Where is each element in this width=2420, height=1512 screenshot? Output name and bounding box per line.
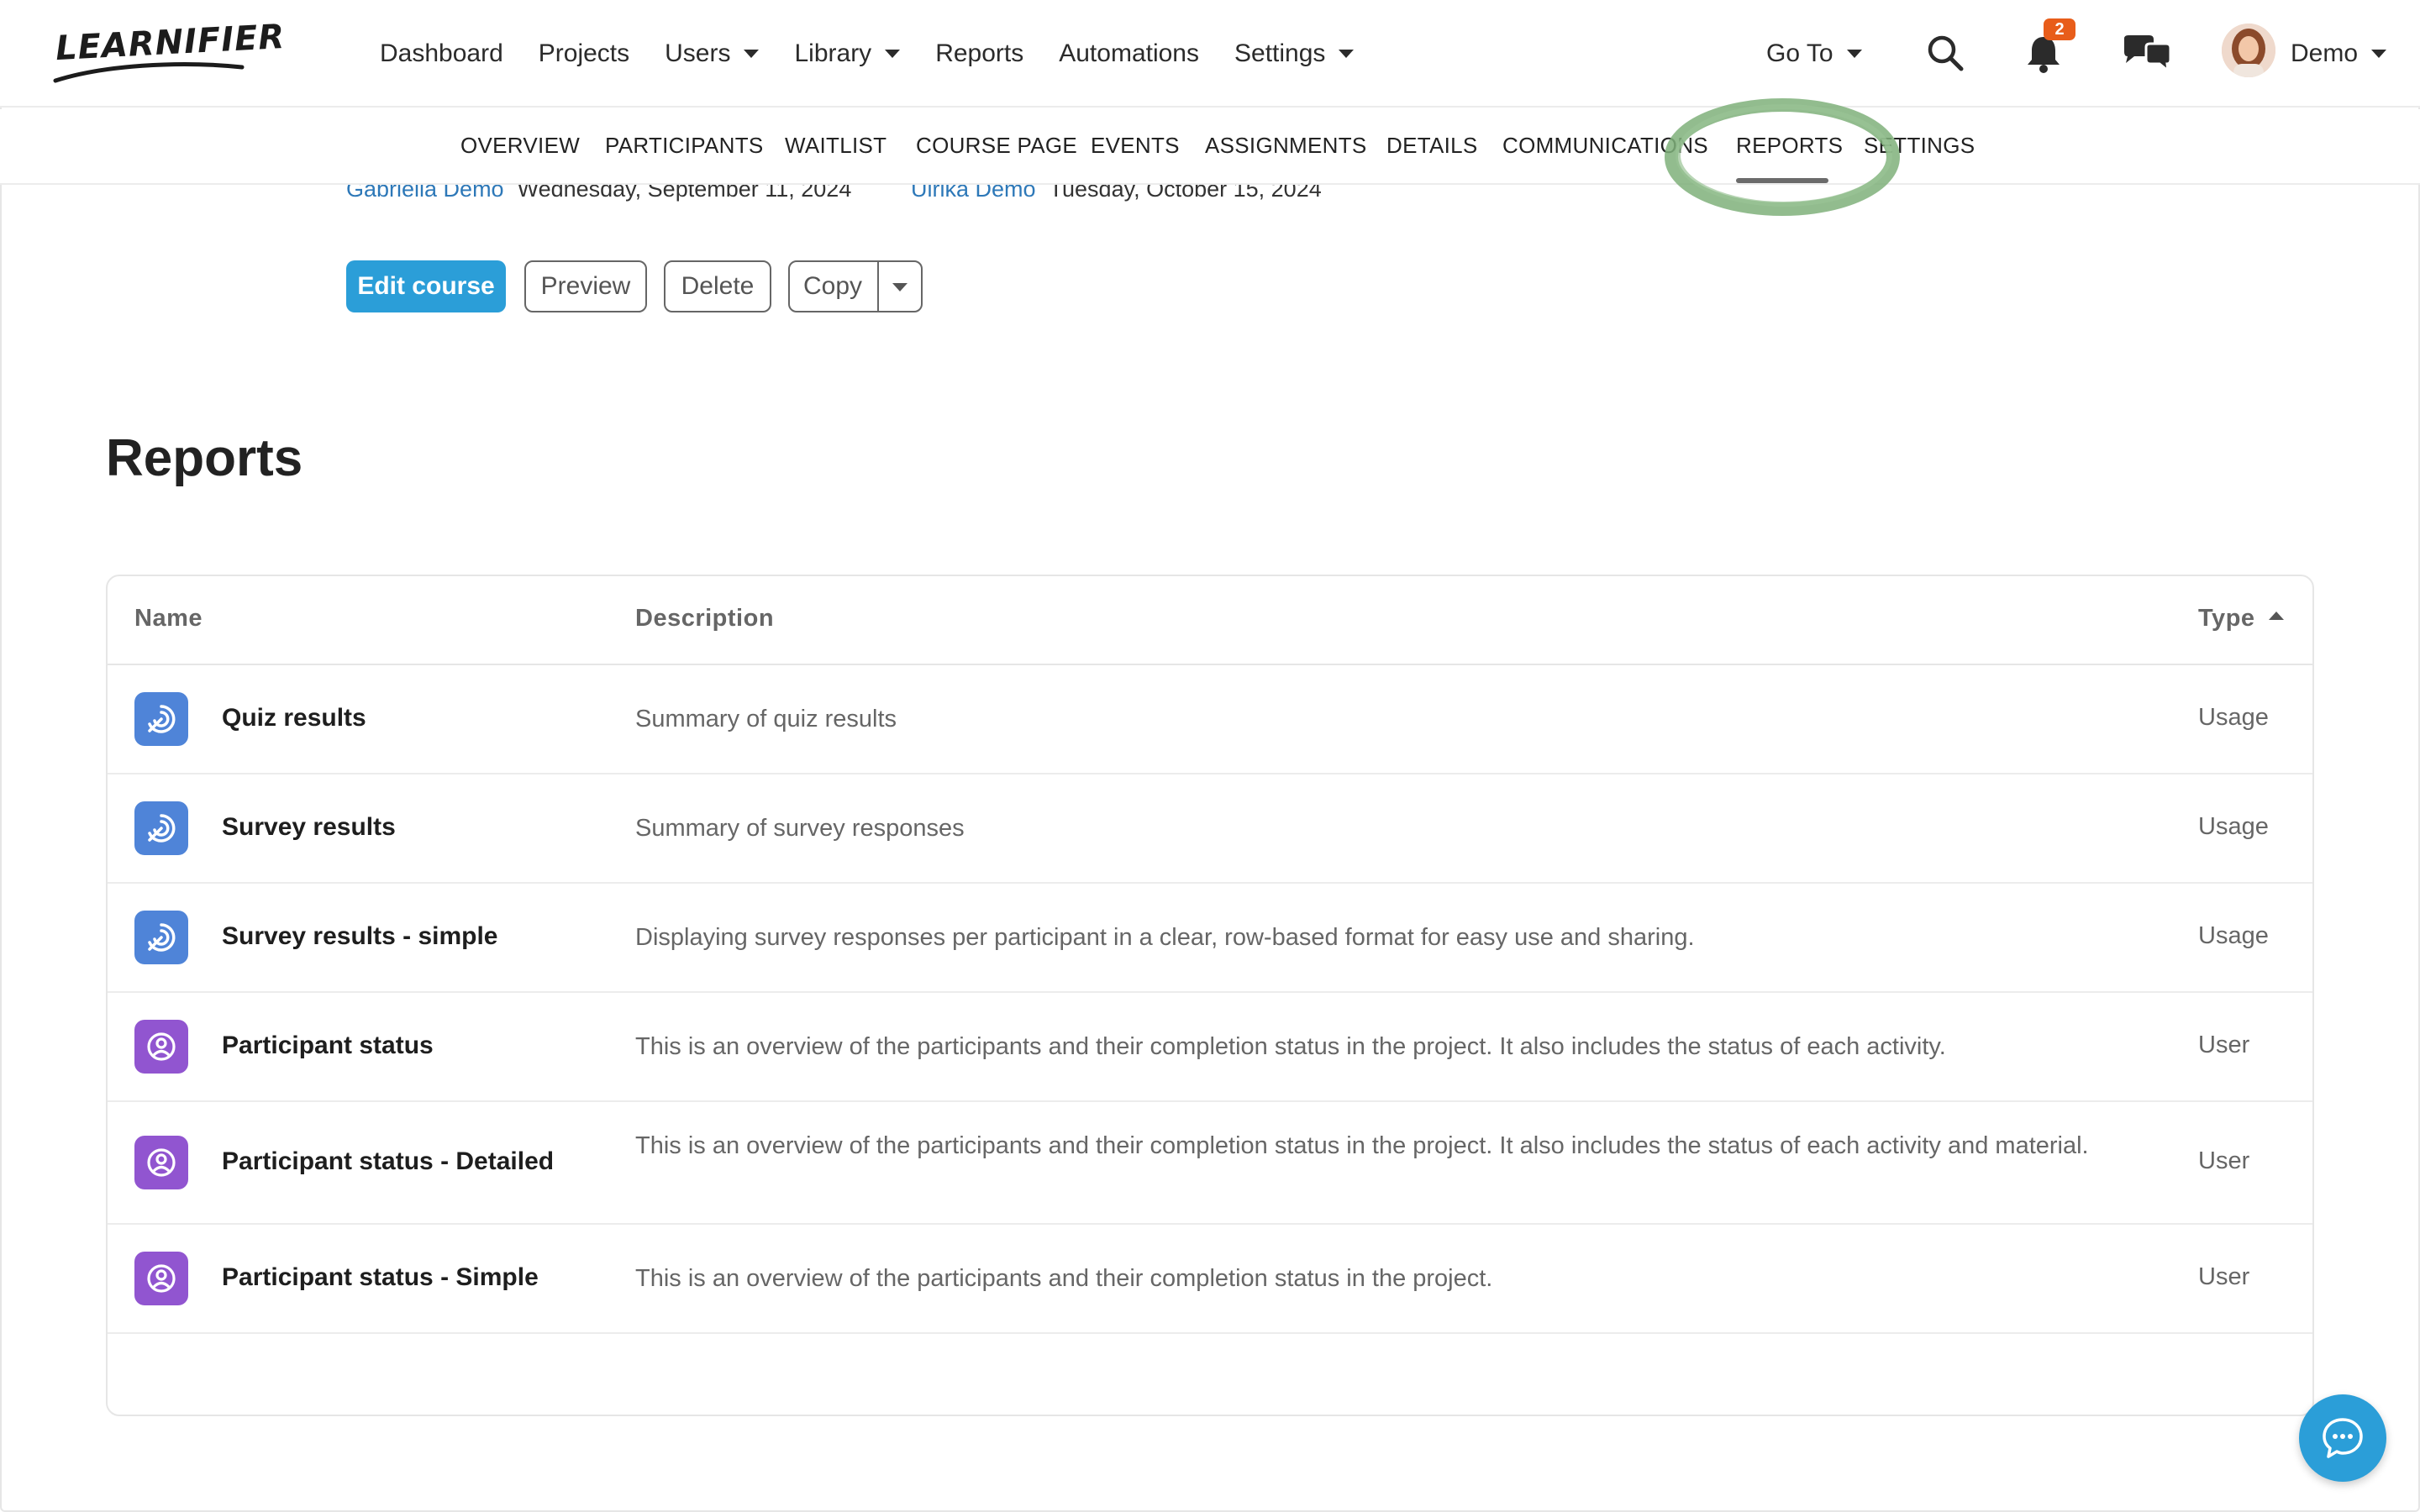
- nav-library[interactable]: Library: [794, 39, 901, 68]
- copy-options-chevron-icon[interactable]: [892, 283, 908, 291]
- highlight-circle-annotation: [1665, 98, 1900, 216]
- column-header-type[interactable]: Type: [2198, 605, 2284, 633]
- report-description: This is an overview of the participants …: [635, 1265, 1493, 1292]
- tab-details[interactable]: DETAILS: [1386, 133, 1478, 159]
- top-navigation: LEARNIFIER Dashboard Projects Users Libr…: [0, 0, 2420, 108]
- usage-report-glyph-icon: [148, 814, 176, 843]
- report-description: This is an overview of the participants …: [635, 1033, 1946, 1060]
- table-row[interactable]: Participant status - Simple This is an o…: [108, 1225, 2312, 1334]
- chevron-down-icon: [1846, 50, 1862, 58]
- report-name[interactable]: Participant status: [222, 1032, 434, 1060]
- report-type: Usage: [2198, 922, 2269, 949]
- report-description: This is an overview of the participants …: [635, 1132, 2089, 1159]
- search-button[interactable]: [1926, 34, 1965, 76]
- user-circle-icon: [147, 1264, 176, 1293]
- notification-count-badge: 2: [2044, 18, 2075, 40]
- usage-report-icon: [134, 692, 188, 746]
- nav-projects[interactable]: Projects: [539, 39, 629, 68]
- nav-projects-label: Projects: [538, 39, 630, 67]
- report-type: Usage: [2198, 813, 2269, 840]
- nav-dashboard[interactable]: Dashboard: [380, 39, 503, 68]
- user-menu[interactable]: Demo: [2291, 0, 2387, 108]
- tab-events[interactable]: EVENTS: [1091, 133, 1180, 159]
- tab-participants[interactable]: PARTICIPANTS: [605, 133, 764, 159]
- nav-library-label: Library: [794, 39, 872, 67]
- tab-course-page[interactable]: COURSE PAGE: [916, 133, 1077, 159]
- main-menu: Dashboard Projects Users Library Reports…: [380, 0, 1389, 108]
- report-name[interactable]: Survey results: [222, 813, 396, 842]
- usage-report-icon: [134, 911, 188, 964]
- table-row[interactable]: Survey results Summary of survey respons…: [108, 774, 2312, 884]
- copy-split-button: Copy: [788, 260, 923, 312]
- column-header-name[interactable]: Name: [134, 605, 203, 633]
- preview-button[interactable]: Preview: [524, 260, 647, 312]
- user-circle-icon: [147, 1148, 176, 1177]
- messages-button[interactable]: [2121, 34, 2173, 78]
- usage-report-icon: [134, 801, 188, 855]
- table-row[interactable]: Participant status This is an overview o…: [108, 993, 2312, 1102]
- user-report-icon: [134, 1020, 188, 1074]
- chat-fab-icon: [2323, 1418, 2363, 1458]
- report-name[interactable]: Quiz results: [222, 704, 366, 732]
- report-type: User: [2198, 1147, 2250, 1174]
- report-name[interactable]: Participant status - Detailed: [222, 1147, 554, 1176]
- report-description: Summary of quiz results: [635, 706, 897, 732]
- split-divider: [877, 262, 879, 311]
- reports-table: Name Description Type Quiz results Summa…: [106, 575, 2314, 1416]
- chevron-down-icon: [744, 50, 760, 58]
- goto-label: Go To: [1766, 39, 1833, 67]
- logo-swoosh-icon: [53, 62, 245, 83]
- nav-users-label: Users: [665, 39, 731, 67]
- sort-ascending-icon: [2268, 612, 2284, 621]
- user-circle-icon: [147, 1032, 176, 1061]
- course-subnav: OVERVIEW PARTICIPANTS WAITLIST COURSE PA…: [0, 109, 2420, 185]
- usage-report-glyph-icon: [148, 923, 176, 952]
- goto-dropdown[interactable]: Go To: [1766, 0, 1862, 108]
- learnifier-logo[interactable]: LEARNIFIER: [52, 18, 286, 86]
- nav-settings-label: Settings: [1234, 39, 1326, 67]
- report-type: User: [2198, 1263, 2250, 1290]
- column-header-type-label: Type: [2198, 605, 2255, 632]
- edit-course-button[interactable]: Edit course: [346, 260, 506, 312]
- report-description: Summary of survey responses: [635, 815, 965, 842]
- tab-waitlist[interactable]: WAITLIST: [785, 133, 886, 159]
- delete-button[interactable]: Delete: [664, 260, 771, 312]
- report-type: User: [2198, 1032, 2250, 1058]
- report-type: Usage: [2198, 704, 2269, 731]
- chevron-down-icon: [1339, 50, 1355, 58]
- report-name[interactable]: Participant status - Simple: [222, 1263, 539, 1292]
- chat-bubbles-icon: [2124, 35, 2172, 74]
- user-report-icon: [134, 1252, 188, 1305]
- nav-automations-label: Automations: [1059, 39, 1199, 67]
- nav-automations[interactable]: Automations: [1059, 39, 1199, 68]
- chevron-down-icon: [2371, 50, 2387, 58]
- table-row[interactable]: Participant status - Detailed This is an…: [108, 1102, 2312, 1225]
- avatar-portrait-icon: [2222, 24, 2275, 77]
- page-title: Reports: [106, 429, 303, 487]
- support-chat-button[interactable]: [2299, 1394, 2386, 1482]
- nav-reports-label: Reports: [935, 39, 1024, 67]
- user-name: Demo: [2291, 39, 2359, 67]
- report-description: Displaying survey responses per particip…: [635, 924, 1695, 951]
- tab-overview[interactable]: OVERVIEW: [460, 133, 580, 159]
- chevron-down-icon: [885, 50, 901, 58]
- copy-button[interactable]: Copy: [803, 272, 862, 301]
- tab-assignments[interactable]: ASSIGNMENTS: [1205, 133, 1367, 159]
- user-avatar[interactable]: [2222, 24, 2275, 77]
- nav-reports[interactable]: Reports: [935, 39, 1023, 68]
- table-header: Name Description Type: [108, 576, 2312, 665]
- nav-settings[interactable]: Settings: [1234, 39, 1355, 68]
- search-icon: [1928, 35, 1964, 71]
- usage-report-glyph-icon: [148, 705, 176, 733]
- report-name[interactable]: Survey results - simple: [222, 922, 497, 951]
- column-header-description[interactable]: Description: [635, 605, 774, 633]
- table-row[interactable]: Survey results - simple Displaying surve…: [108, 884, 2312, 993]
- table-row[interactable]: Quiz results Summary of quiz results Usa…: [108, 665, 2312, 774]
- nav-dashboard-label: Dashboard: [380, 39, 503, 67]
- user-report-icon: [134, 1136, 188, 1189]
- nav-users[interactable]: Users: [665, 39, 760, 68]
